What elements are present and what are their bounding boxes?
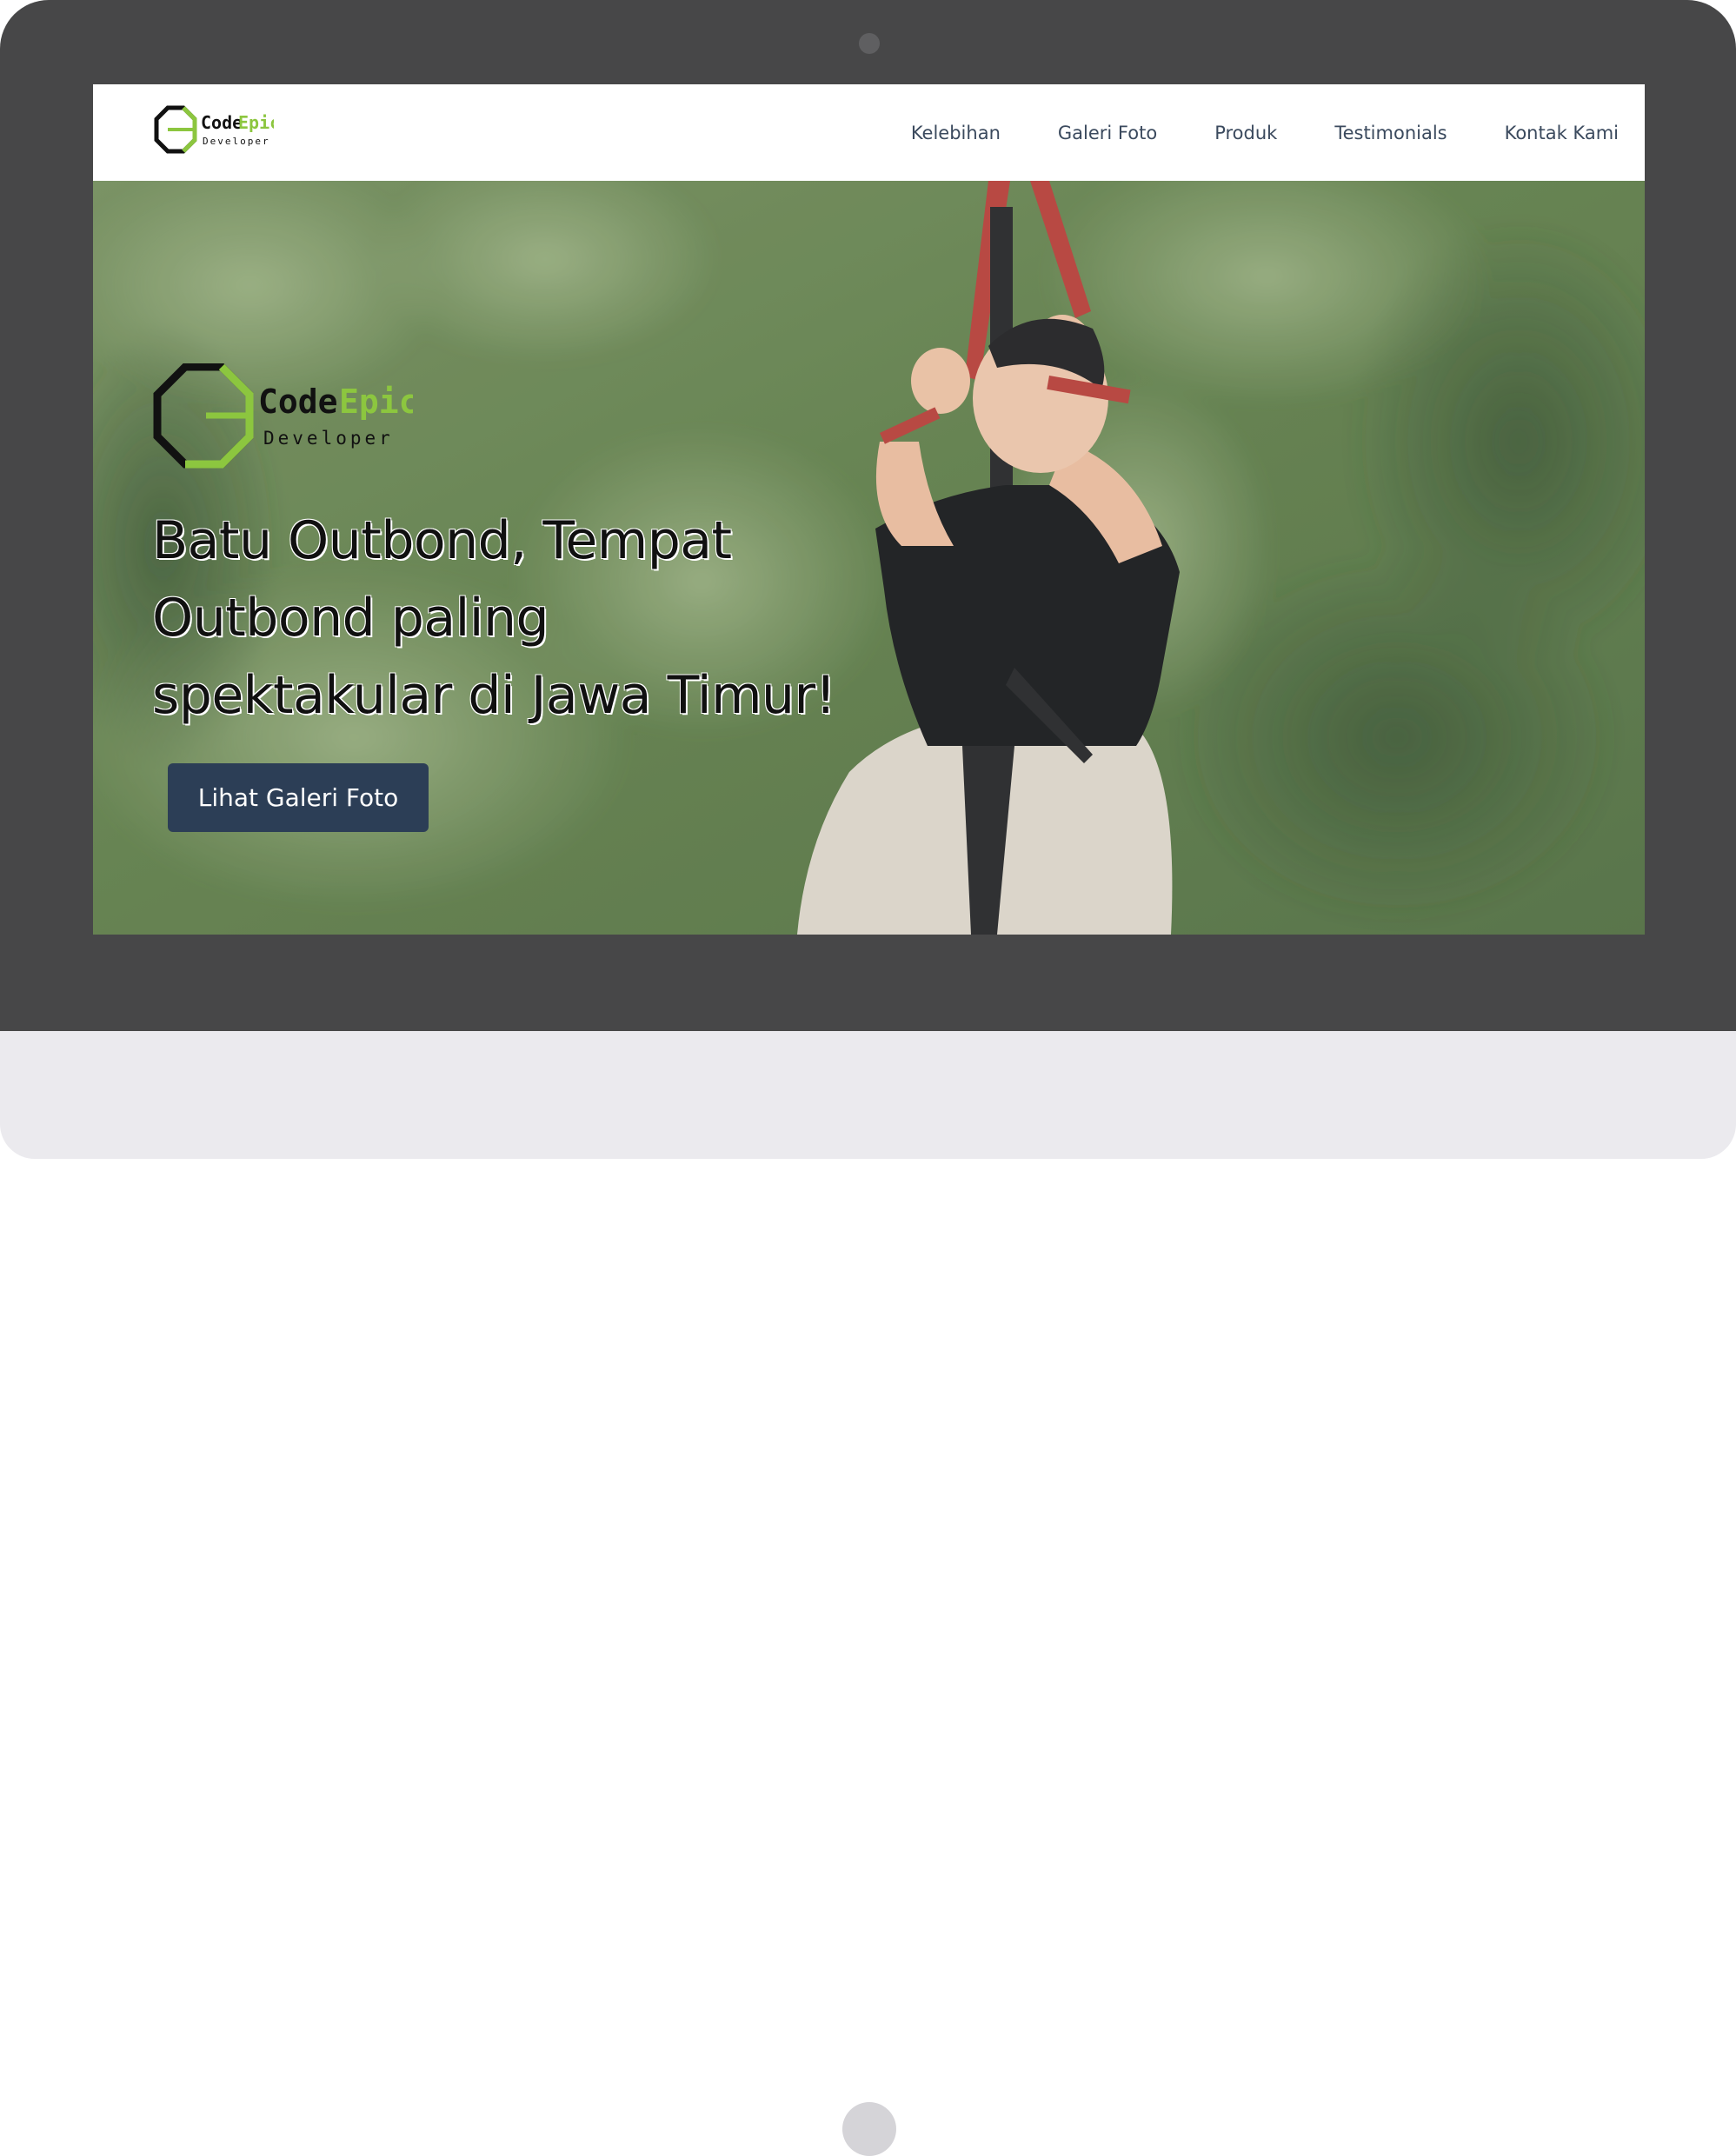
logo-text-developer: Developer <box>203 136 270 147</box>
home-button <box>842 2102 896 2156</box>
hero-heading: Batu Outbond, Tempat Outbond paling spek… <box>152 502 935 735</box>
webcam-dot <box>859 33 880 54</box>
nav-item-galeri-foto[interactable]: Galeri Foto <box>1058 123 1157 143</box>
hero-section: Code Epic Developer Batu Outbond, Tempat… <box>93 181 1645 935</box>
hero-logo-text-developer: Developer <box>263 428 394 449</box>
logo-text-epic: Epic <box>238 112 274 133</box>
hero-logo-text-epic: Epic <box>339 383 413 421</box>
navbar: Code Epic Developer Kelebihan Galeri Fot… <box>93 84 1645 181</box>
nav-menu: Kelebihan Galeri Foto Produk Testimonial… <box>911 84 1619 181</box>
website-screen: Code Epic Developer Kelebihan Galeri Fot… <box>93 84 1645 935</box>
hero-heading-line-1: Batu Outbond, Tempat <box>152 510 732 571</box>
monitor-chin <box>0 1031 1736 2156</box>
imac-device-frame: Code Epic Developer Kelebihan Galeri Fot… <box>0 0 1736 2156</box>
hero-logo-text-code: Code <box>258 383 338 421</box>
codeepic-logo-small[interactable]: Code Epic Developer <box>152 105 274 159</box>
hero-heading-line-3: spektakular di Jawa Timur! <box>152 665 836 726</box>
nav-item-kontak-kami[interactable]: Kontak Kami <box>1505 123 1619 143</box>
hero-heading-line-2: Outbond paling <box>152 588 549 649</box>
nav-item-produk[interactable]: Produk <box>1214 123 1277 143</box>
nav-item-testimonials[interactable]: Testimonials <box>1334 123 1447 143</box>
codeepic-logo-large: Code Epic Developer <box>153 363 413 469</box>
lihat-galeri-foto-button[interactable]: Lihat Galeri Foto <box>168 763 429 832</box>
logo-text-code: Code <box>201 112 243 133</box>
nav-item-kelebihan[interactable]: Kelebihan <box>911 123 1001 143</box>
